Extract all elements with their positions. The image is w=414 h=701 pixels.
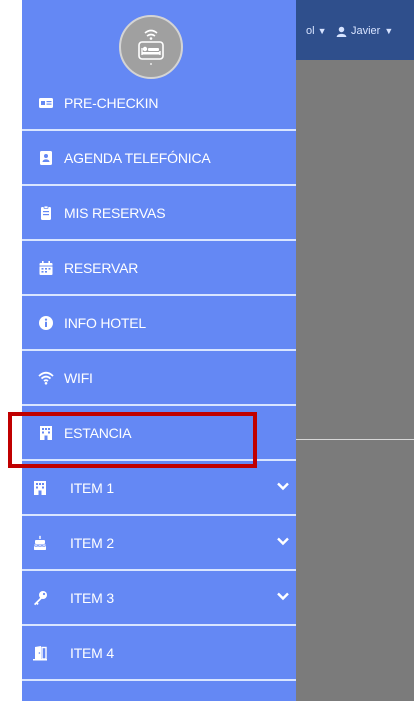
door-icon [33, 645, 47, 660]
chevron-down-icon[interactable] [276, 479, 290, 493]
hotel-bed-wifi-icon [138, 29, 164, 65]
sidebar-item-item-3[interactable]: ITEM 3 [22, 571, 296, 626]
id-card-icon [39, 97, 53, 108]
sidebar-item-label: ITEM 1 [70, 479, 114, 496]
sidebar-item-item-2[interactable]: ITEM 2 [22, 516, 296, 571]
building-icon [34, 480, 46, 495]
sidebar-item-item-1[interactable]: ITEM 1 [22, 461, 296, 516]
user-name: Javier [351, 25, 381, 37]
page-backdrop-overlay[interactable] [296, 0, 414, 701]
sidebar-item-label: WIFI [64, 369, 93, 386]
chevron-down-icon[interactable] [276, 534, 290, 548]
user-dropdown[interactable]: Javier ▼ [336, 25, 393, 37]
key-icon [34, 590, 47, 605]
backdrop-divider [296, 439, 414, 440]
sidebar-item-wifi[interactable]: WIFI [22, 351, 296, 406]
chevron-down-icon[interactable] [276, 589, 290, 603]
sidebar-item-info-hotel[interactable]: INFO HOTEL [22, 296, 296, 351]
left-gutter [0, 0, 22, 701]
caret-down-icon: ▼ [384, 26, 394, 36]
top-navbar: ol ▼ Javier ▼ [296, 0, 414, 60]
sidebar-item-label: AGENDA TELEFÓNICA [64, 149, 211, 166]
calendar-icon [39, 260, 53, 275]
sidebar-menu: PRE-CHECKIN AGENDA TELEFÓNICA MIS RESERV… [22, 76, 296, 681]
cake-icon [33, 535, 47, 550]
highlight-box [8, 412, 257, 468]
caret-down-icon: ▼ [317, 26, 327, 36]
sidebar-item-label: PRE-CHECKIN [64, 94, 159, 111]
sidebar: PRE-CHECKIN AGENDA TELEFÓNICA MIS RESERV… [22, 0, 296, 701]
sidebar-item-label: ITEM 4 [70, 644, 114, 661]
sidebar-item-label: INFO HOTEL [64, 314, 147, 331]
language-dropdown[interactable]: ol ▼ [306, 25, 327, 37]
sidebar-item-item-4[interactable]: ITEM 4 [22, 626, 296, 681]
sidebar-item-label: MIS RESERVAS [64, 204, 166, 221]
sidebar-item-mis-reservas[interactable]: MIS RESERVAS [22, 186, 296, 241]
sidebar-item-label: ITEM 3 [70, 589, 114, 606]
hotel-logo[interactable] [119, 15, 183, 79]
sidebar-item-label: ITEM 2 [70, 534, 114, 551]
user-icon [336, 26, 347, 37]
language-label: ol [306, 25, 315, 37]
sidebar-item-agenda-telefonica[interactable]: AGENDA TELEFÓNICA [22, 131, 296, 186]
info-icon [39, 315, 53, 330]
sidebar-item-pre-checkin[interactable]: PRE-CHECKIN [22, 76, 296, 131]
clipboard-icon [41, 205, 51, 220]
sidebar-item-reservar[interactable]: RESERVAR [22, 241, 296, 296]
wifi-icon [38, 371, 54, 385]
address-book-icon [40, 150, 52, 165]
sidebar-item-label: RESERVAR [64, 259, 139, 276]
